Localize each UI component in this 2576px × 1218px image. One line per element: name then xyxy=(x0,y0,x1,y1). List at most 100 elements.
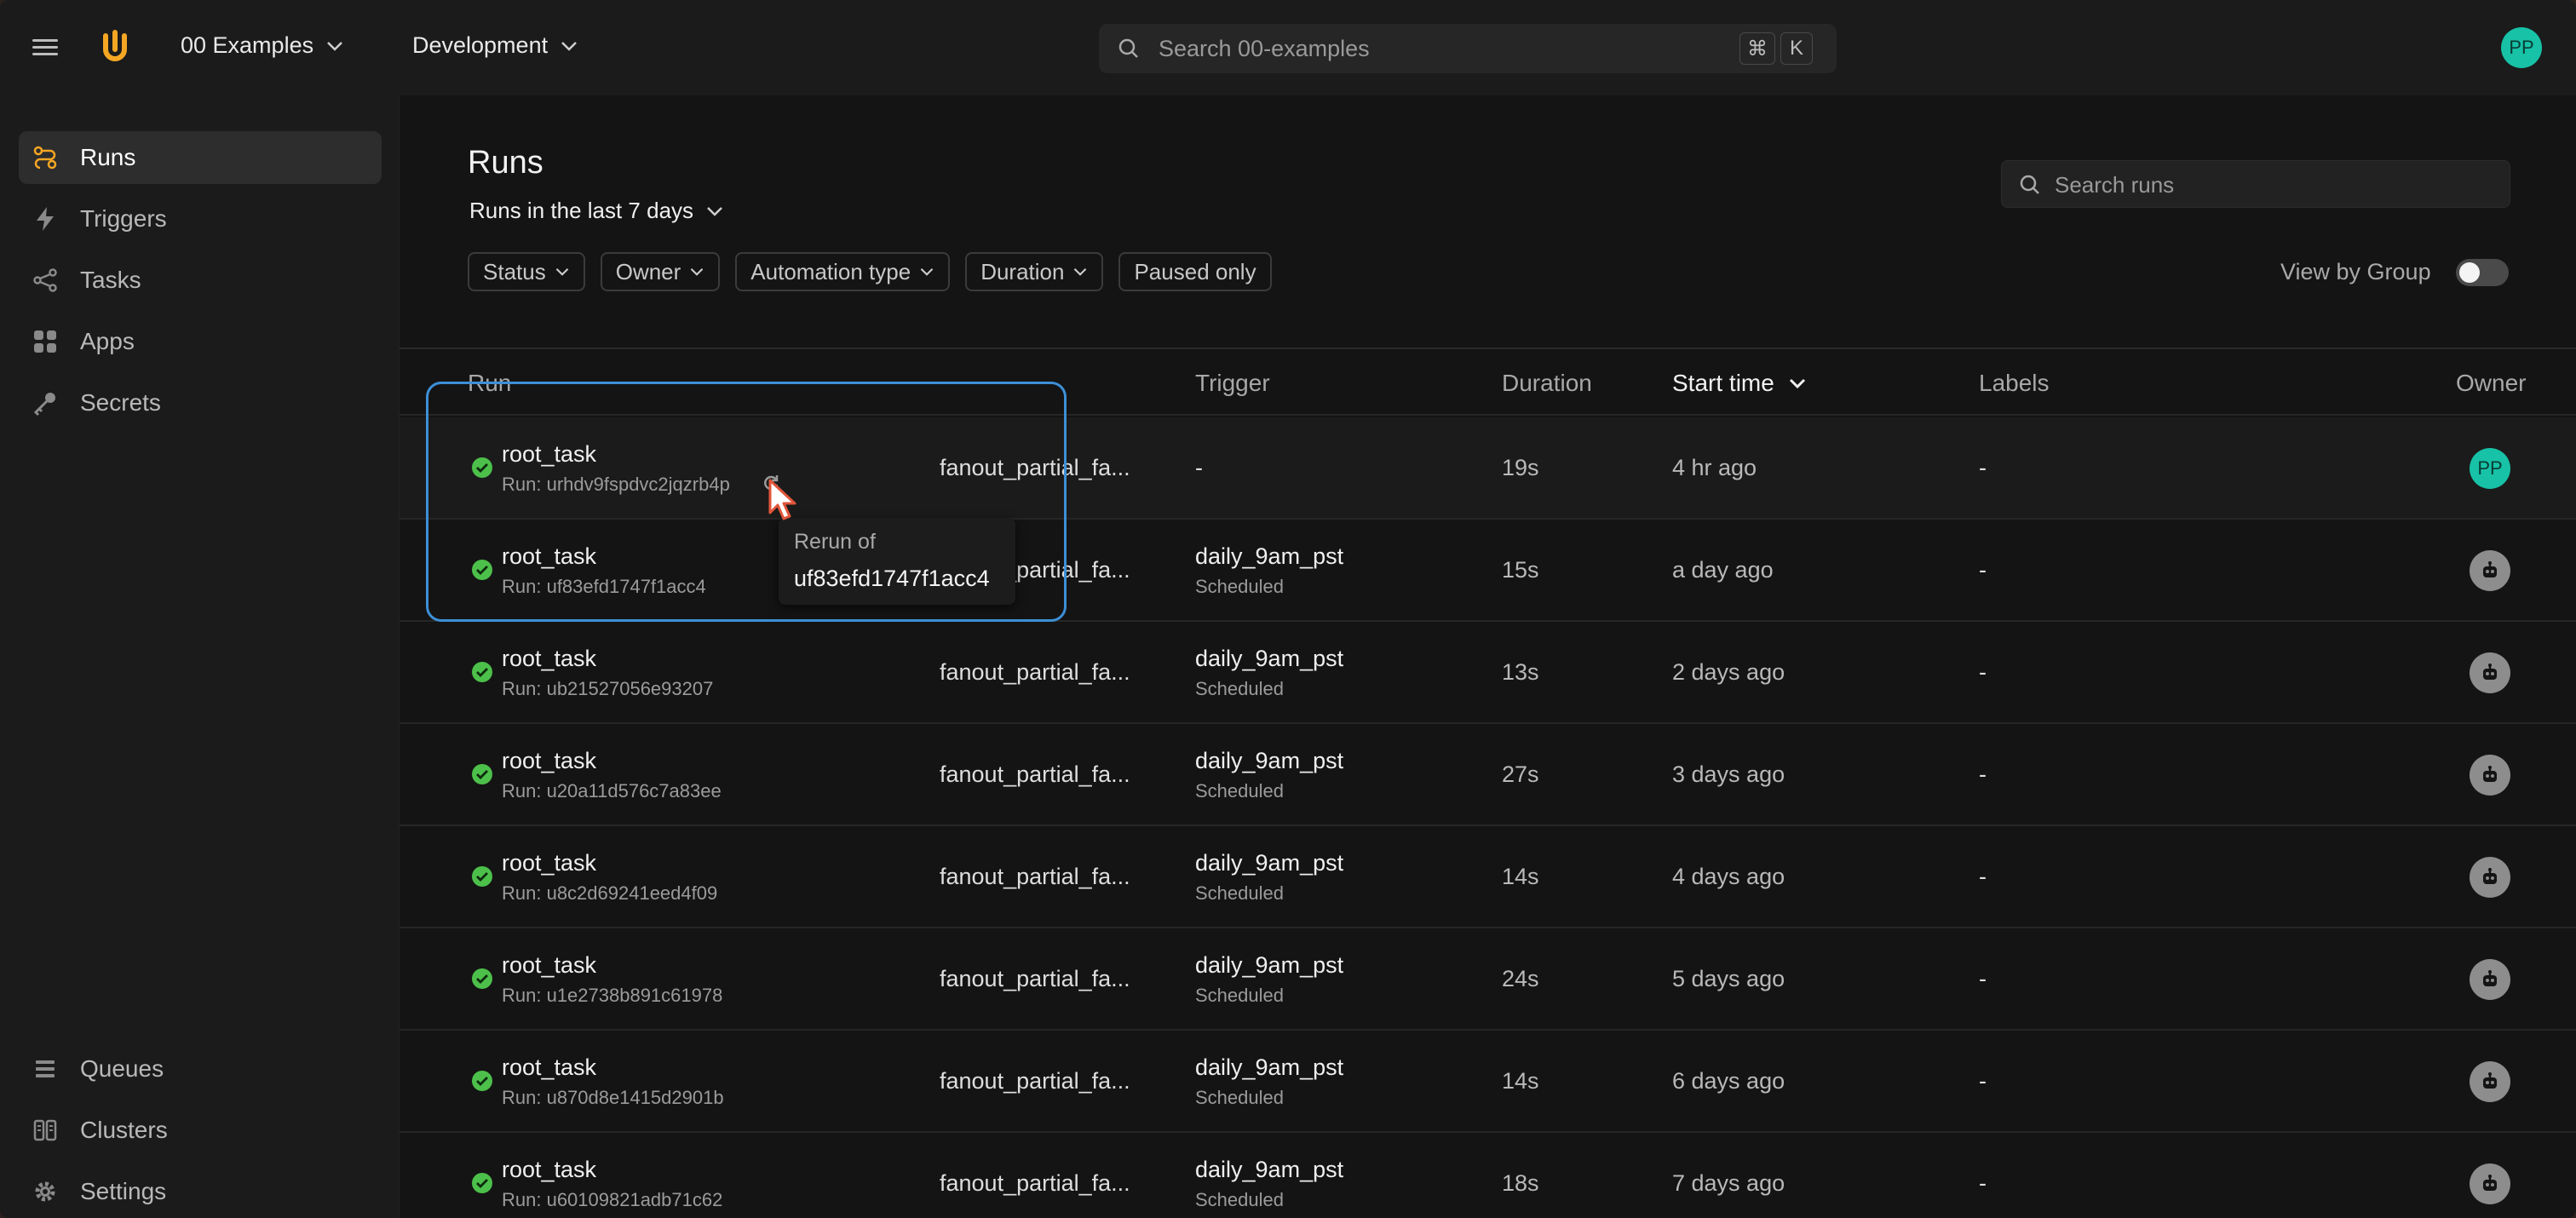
start-time-value: 4 days ago xyxy=(1672,864,1785,889)
filter-bar: Status Owner Automation type Duration Pa… xyxy=(468,252,1272,291)
task-name[interactable]: root_task xyxy=(502,748,596,774)
success-check-icon xyxy=(472,1173,492,1193)
robot-icon xyxy=(2483,561,2497,577)
table-row[interactable]: root_task Run: u870d8e1415d2901b fanout_pa… xyxy=(400,1031,2576,1133)
task-name[interactable]: root_task xyxy=(502,441,596,468)
trigger-name[interactable]: daily_9am_pst xyxy=(1195,646,1343,672)
table-row[interactable]: root_task Run: u8c2d69241eed4f09 fanout_pa… xyxy=(400,826,2576,928)
runs-search-input[interactable]: Search runs xyxy=(2001,160,2510,208)
robot-icon xyxy=(2483,1072,2497,1089)
trigger-type: Scheduled xyxy=(1195,882,1284,904)
chevron-down-icon xyxy=(920,268,934,276)
trigger-type: Scheduled xyxy=(1195,985,1284,1006)
duration-value: 13s xyxy=(1502,659,1539,685)
labels-value: - xyxy=(1979,864,1987,889)
sidebar-item-clusters[interactable]: Clusters xyxy=(19,1104,382,1157)
chevron-down-icon xyxy=(561,41,577,51)
workspace-label: 00 Examples xyxy=(181,32,314,58)
chevron-down-icon xyxy=(327,41,342,51)
table-row[interactable]: root_task Run: ub21527056e93207 fanout_par… xyxy=(400,622,2576,724)
user-avatar[interactable]: PP xyxy=(2501,27,2542,68)
sidebar-item-settings[interactable]: Settings xyxy=(19,1165,382,1218)
sidebar-item-secrets[interactable]: Secrets xyxy=(19,376,382,429)
sidebar-item-queues[interactable]: Queues xyxy=(19,1043,382,1095)
run-id: Run: ub21527056e93207 xyxy=(502,678,714,699)
shortcut-k-key: K xyxy=(1780,32,1813,65)
owner-bot-avatar[interactable] xyxy=(2470,1061,2510,1102)
column-owner[interactable]: Owner xyxy=(2456,370,2526,397)
table-row[interactable]: root_task Run: u60109821adb71c62 fanout_pa… xyxy=(400,1133,2576,1218)
column-start-time[interactable]: Start time xyxy=(1672,370,1807,397)
filter-label: Automation type xyxy=(750,258,911,284)
app-name: fanout_partial_fa... xyxy=(940,455,1130,480)
trigger-name[interactable]: daily_9am_pst xyxy=(1195,1054,1343,1081)
task-name[interactable]: root_task xyxy=(502,543,596,570)
sidebar-item-label: Queues xyxy=(80,1055,164,1082)
owner-bot-avatar[interactable] xyxy=(2470,652,2510,693)
sidebar-item-runs[interactable]: Runs xyxy=(19,131,382,184)
owner-bot-avatar[interactable] xyxy=(2470,550,2510,591)
view-by-group-toggle[interactable] xyxy=(2456,259,2509,286)
robot-icon xyxy=(2483,970,2497,986)
paused-only-filter[interactable]: Paused only xyxy=(1118,252,1272,291)
trigger-type: Scheduled xyxy=(1195,678,1284,699)
trigger-name: - xyxy=(1195,455,1203,480)
task-name[interactable]: root_task xyxy=(502,850,596,876)
workspace-select[interactable]: 00 Examples xyxy=(181,32,344,59)
table-row[interactable]: root_task Run: urhdv9fspdvc2jqzrb4p fanout… xyxy=(400,417,2576,520)
time-range-select[interactable]: Runs in the last 7 days xyxy=(469,198,724,224)
column-labels[interactable]: Labels xyxy=(1979,370,2050,397)
logo-icon[interactable] xyxy=(95,27,135,66)
owner-filter[interactable]: Owner xyxy=(600,252,721,291)
time-range-label: Runs in the last 7 days xyxy=(469,198,694,223)
task-name[interactable]: root_task xyxy=(502,1054,596,1081)
start-time-value: a day ago xyxy=(1672,557,1774,583)
trigger-type: Scheduled xyxy=(1195,780,1284,801)
task-name[interactable]: root_task xyxy=(502,952,596,979)
owner-bot-avatar[interactable] xyxy=(2470,959,2510,1000)
task-name[interactable]: root_task xyxy=(502,1157,596,1183)
chevron-down-icon xyxy=(1074,268,1087,276)
success-check-icon xyxy=(472,968,492,989)
global-search-input[interactable]: Search 00-examples ⌘ K xyxy=(1099,24,1837,73)
trigger-name[interactable]: daily_9am_pst xyxy=(1195,748,1343,774)
robot-icon xyxy=(2483,664,2497,680)
filter-label: Status xyxy=(483,258,546,284)
column-trigger[interactable]: Trigger xyxy=(1195,370,1270,397)
labels-value: - xyxy=(1979,761,1987,787)
robot-icon xyxy=(2483,766,2497,782)
sidebar-item-triggers[interactable]: Triggers xyxy=(19,192,382,245)
sidebar-item-tasks[interactable]: Tasks xyxy=(19,254,382,307)
task-name[interactable]: root_task xyxy=(502,646,596,672)
sidebar-item-apps[interactable]: Apps xyxy=(19,315,382,368)
trigger-name[interactable]: daily_9am_pst xyxy=(1195,850,1343,876)
automation-type-filter[interactable]: Automation type xyxy=(735,252,951,291)
bolt-icon xyxy=(32,206,58,232)
search-placeholder: Search runs xyxy=(2055,172,2175,198)
success-check-icon xyxy=(472,560,492,580)
column-run[interactable]: Run xyxy=(468,370,511,397)
owner-bot-avatar[interactable] xyxy=(2470,755,2510,796)
owner-bot-avatar[interactable] xyxy=(2470,1163,2510,1204)
sidebar-item-label: Settings xyxy=(80,1178,167,1204)
table-header: Run Trigger Duration Start time Labels O… xyxy=(400,349,2576,416)
table-row[interactable]: root_task Run: u20a11d576c7a83ee fanout_pa… xyxy=(400,724,2576,826)
top-bar: 00 Examples Development Search 00-exampl… xyxy=(0,0,2576,95)
table-row[interactable]: root_task Run: u1e2738b891c61978 fanout_pa… xyxy=(400,928,2576,1031)
duration-filter[interactable]: Duration xyxy=(965,252,1104,291)
table-row[interactable]: root_task Run: uf83efd1747f1acc4 fanout_pa… xyxy=(400,520,2576,622)
success-check-icon xyxy=(472,866,492,887)
trigger-name[interactable]: daily_9am_pst xyxy=(1195,543,1343,570)
trigger-name[interactable]: daily_9am_pst xyxy=(1195,952,1343,979)
owner-avatar[interactable]: PP xyxy=(2470,448,2510,489)
duration-value: 18s xyxy=(1502,1170,1539,1196)
environment-select[interactable]: Development xyxy=(412,32,578,59)
sidebar: Runs Triggers Tasks Apps Secrets Queues … xyxy=(0,95,399,1218)
chevron-down-icon xyxy=(707,206,722,216)
labels-value: - xyxy=(1979,455,1987,480)
owner-bot-avatar[interactable] xyxy=(2470,857,2510,898)
column-duration[interactable]: Duration xyxy=(1502,370,1592,397)
menu-icon[interactable] xyxy=(32,39,58,56)
trigger-name[interactable]: daily_9am_pst xyxy=(1195,1157,1343,1183)
status-filter[interactable]: Status xyxy=(468,252,585,291)
